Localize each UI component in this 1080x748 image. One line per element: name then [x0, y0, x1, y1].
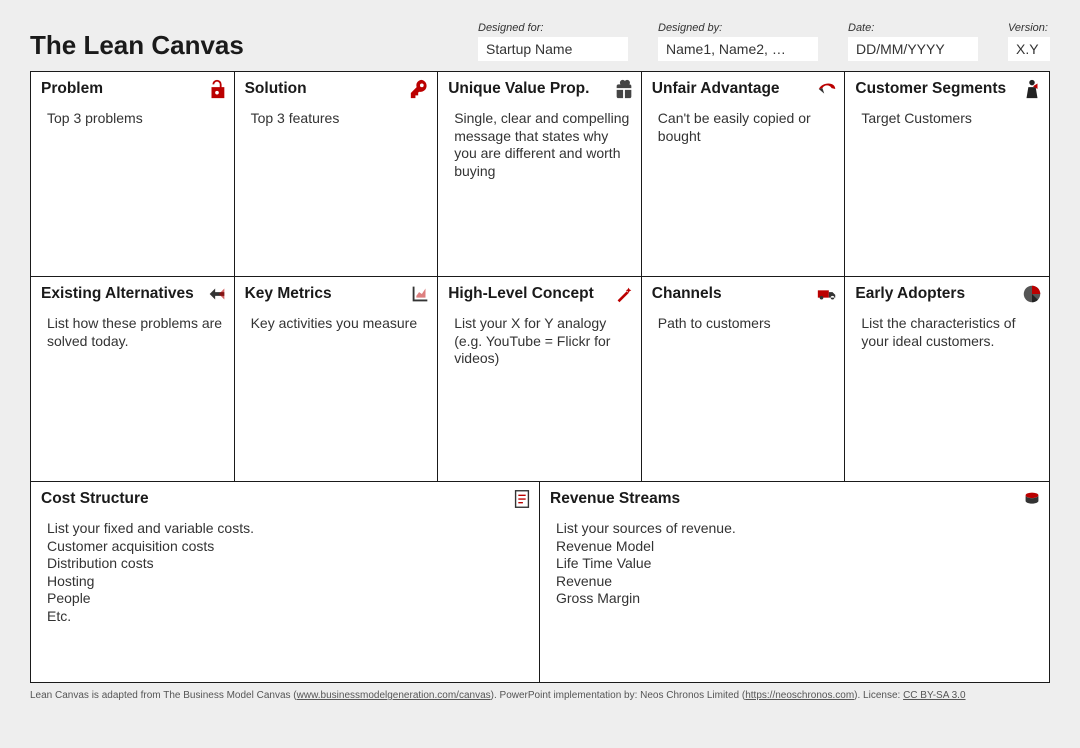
cost-line: Hosting: [47, 573, 529, 591]
problem-title: Problem: [41, 80, 224, 98]
cost-line: Customer acquisition costs: [47, 538, 529, 556]
block-unfair: Unfair Advantage Can't be easily copied …: [642, 72, 846, 277]
date-input[interactable]: [848, 37, 978, 61]
revenue-line: Life Time Value: [556, 555, 1039, 573]
early-body: List the characteristics of your ideal c…: [855, 315, 1039, 350]
meta-fields: Designed for: Designed by: Date: Version…: [478, 22, 1050, 61]
uvp-body: Single, clear and compelling message tha…: [448, 110, 631, 180]
truck-icon: [816, 283, 838, 305]
key-icon: [409, 78, 431, 100]
revenue-title: Revenue Streams: [550, 490, 1039, 508]
header: The Lean Canvas Designed for: Designed b…: [30, 22, 1050, 61]
revenue-body: List your sources of revenue. Revenue Mo…: [550, 520, 1039, 608]
channels-body: Path to customers: [652, 315, 835, 333]
designed-for-label: Designed for:: [478, 22, 628, 34]
footer-link-bmc[interactable]: www.businessmodelgeneration.com/canvas: [297, 690, 491, 701]
cost-title: Cost Structure: [41, 490, 529, 508]
cost-line: Distribution costs: [47, 555, 529, 573]
block-channels: Channels Path to customers: [642, 277, 846, 482]
cost-line: Etc.: [47, 608, 529, 626]
person-icon: [1021, 78, 1043, 100]
boomerang-icon: [816, 78, 838, 100]
revenue-line: Gross Margin: [556, 590, 1039, 608]
footer-text: Lean Canvas is adapted from The Business…: [30, 690, 297, 701]
canvas-grid: Problem Top 3 problems Solution Top 3 fe…: [30, 71, 1050, 683]
invoice-icon: [511, 488, 533, 510]
block-metrics: Key Metrics Key activities you measure: [235, 277, 439, 482]
cost-line: List your fixed and variable costs.: [47, 520, 529, 538]
pie-icon: [1021, 283, 1043, 305]
arrows-icon: [206, 283, 228, 305]
date-label: Date:: [848, 22, 978, 34]
version-input[interactable]: [1008, 37, 1050, 61]
page-title: The Lean Canvas: [30, 30, 390, 61]
existing-title: Existing Alternatives: [41, 285, 224, 303]
revenue-line: Revenue: [556, 573, 1039, 591]
designed-by-label: Designed by:: [658, 22, 818, 34]
gift-icon: [613, 78, 635, 100]
block-existing: Existing Alternatives List how these pro…: [31, 277, 235, 482]
block-uvp: Unique Value Prop. Single, clear and com…: [438, 72, 642, 277]
block-cost: Cost Structure List your fixed and varia…: [31, 482, 540, 682]
footer-text: ). PowerPoint implementation by: Neos Ch…: [491, 690, 746, 701]
footer-attribution: Lean Canvas is adapted from The Business…: [30, 689, 1050, 702]
metrics-body: Key activities you measure: [245, 315, 428, 333]
cost-line: People: [47, 590, 529, 608]
channels-title: Channels: [652, 285, 835, 303]
wand-icon: [613, 283, 635, 305]
existing-body: List how these problems are solved today…: [41, 315, 224, 350]
metrics-title: Key Metrics: [245, 285, 428, 303]
designed-by-input[interactable]: [658, 37, 818, 61]
problem-body: Top 3 problems: [41, 110, 224, 128]
footer-text: ). License:: [854, 690, 903, 701]
solution-title: Solution: [245, 80, 428, 98]
block-early: Early Adopters List the characteristics …: [845, 277, 1049, 482]
uvp-title: Unique Value Prop.: [448, 80, 631, 98]
early-title: Early Adopters: [855, 285, 1039, 303]
segments-body: Target Customers: [855, 110, 1039, 128]
revenue-line: Revenue Model: [556, 538, 1039, 556]
block-segments: Customer Segments Target Customers: [845, 72, 1049, 277]
unfair-body: Can't be easily copied or bought: [652, 110, 835, 145]
revenue-line: List your sources of revenue.: [556, 520, 1039, 538]
segments-title: Customer Segments: [855, 80, 1039, 98]
chart-icon: [409, 283, 431, 305]
lock-icon: [206, 78, 228, 100]
designed-for-input[interactable]: [478, 37, 628, 61]
footer-link-license[interactable]: CC BY-SA 3.0: [903, 690, 965, 701]
unfair-title: Unfair Advantage: [652, 80, 835, 98]
block-problem: Problem Top 3 problems: [31, 72, 235, 277]
solution-body: Top 3 features: [245, 110, 428, 128]
concept-title: High-Level Concept: [448, 285, 631, 303]
block-solution: Solution Top 3 features: [235, 72, 439, 277]
coins-icon: [1021, 488, 1043, 510]
concept-body: List your X for Y analogy (e.g. YouTube …: [448, 315, 631, 368]
block-revenue: Revenue Streams List your sources of rev…: [540, 482, 1049, 682]
footer-link-neos[interactable]: https://neoschronos.com: [745, 690, 854, 701]
block-concept: High-Level Concept List your X for Y ana…: [438, 277, 642, 482]
cost-body: List your fixed and variable costs. Cust…: [41, 520, 529, 625]
version-label: Version:: [1008, 22, 1050, 34]
